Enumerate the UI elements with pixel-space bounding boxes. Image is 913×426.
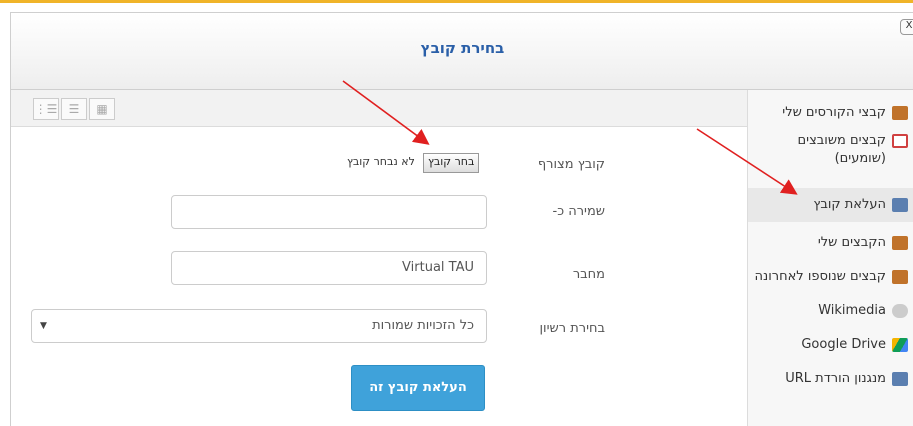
top-accent-line <box>0 0 913 3</box>
file-picker-dialog: בחירת קובץ X ▦ ☰ ⋮☰ קבצי הקורסים שלי קבצ… <box>10 12 913 426</box>
annotation-arrows <box>342 80 798 195</box>
arrow-to-choose-file <box>342 80 430 145</box>
arrow-to-upload-item <box>696 128 798 195</box>
